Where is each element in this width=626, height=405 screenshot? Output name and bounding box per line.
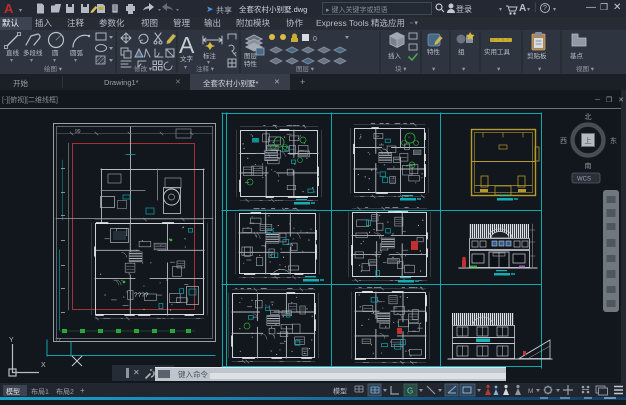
svg-text:插入: 插入 <box>388 51 402 60</box>
svg-text:直线: 直线 <box>6 48 20 57</box>
svg-text:圆: 圆 <box>52 49 59 57</box>
svg-text:图层: 图层 <box>244 52 258 60</box>
svg-text:Y: Y <box>9 337 14 344</box>
svg-text:99: 99 <box>75 129 81 135</box>
svg-text:剪贴板: 剪贴板 <box>527 51 547 60</box>
svg-text:绘图 ▾: 绘图 ▾ <box>44 64 63 73</box>
svg-text:????: ???? <box>134 292 149 299</box>
svg-text:实用工具: 实用工具 <box>484 47 511 56</box>
svg-text:▾: ▾ <box>538 66 542 73</box>
svg-text:▾: ▾ <box>53 58 56 64</box>
svg-text:M: M <box>528 388 533 395</box>
svg-text:▾: ▾ <box>74 58 77 64</box>
svg-text:标注: 标注 <box>203 51 217 60</box>
svg-text:多段线: 多段线 <box>23 48 43 57</box>
svg-text:▾: ▾ <box>432 66 436 73</box>
svg-text:西: 西 <box>560 137 567 145</box>
svg-text:▾: ▾ <box>497 66 501 73</box>
svg-text:圆弧: 圆弧 <box>70 48 84 57</box>
svg-text:图层 ▾: 图层 ▾ <box>296 65 315 73</box>
svg-text:特性: 特性 <box>244 59 258 68</box>
svg-text:▾: ▾ <box>184 65 187 71</box>
svg-text:东: 东 <box>610 136 617 145</box>
svg-text:0: 0 <box>313 36 317 43</box>
svg-text:▾: ▾ <box>10 58 13 64</box>
svg-text:特性: 特性 <box>427 47 441 56</box>
svg-text:视图 ▾: 视图 ▾ <box>576 64 595 73</box>
svg-text:G: G <box>407 387 413 396</box>
svg-text:模型: 模型 <box>333 387 347 396</box>
svg-text:上: 上 <box>585 136 592 145</box>
svg-text:块 ▾: 块 ▾ <box>395 64 407 73</box>
svg-text:文字: 文字 <box>180 54 194 63</box>
svg-text:▾: ▾ <box>30 58 33 64</box>
svg-text:组: 组 <box>458 47 465 56</box>
svg-text:注释 ▾: 注释 ▾ <box>196 64 215 73</box>
svg-text:北: 北 <box>585 113 592 121</box>
svg-text:▾: ▾ <box>462 66 466 73</box>
svg-text:修改 ▾: 修改 ▾ <box>134 64 153 73</box>
svg-text:南: 南 <box>585 161 592 170</box>
svg-text:基点: 基点 <box>570 51 584 60</box>
svg-text:77: 77 <box>55 338 61 344</box>
svg-text:X: X <box>41 362 46 369</box>
svg-text:WCS: WCS <box>577 177 591 183</box>
svg-text:A: A <box>179 32 195 58</box>
